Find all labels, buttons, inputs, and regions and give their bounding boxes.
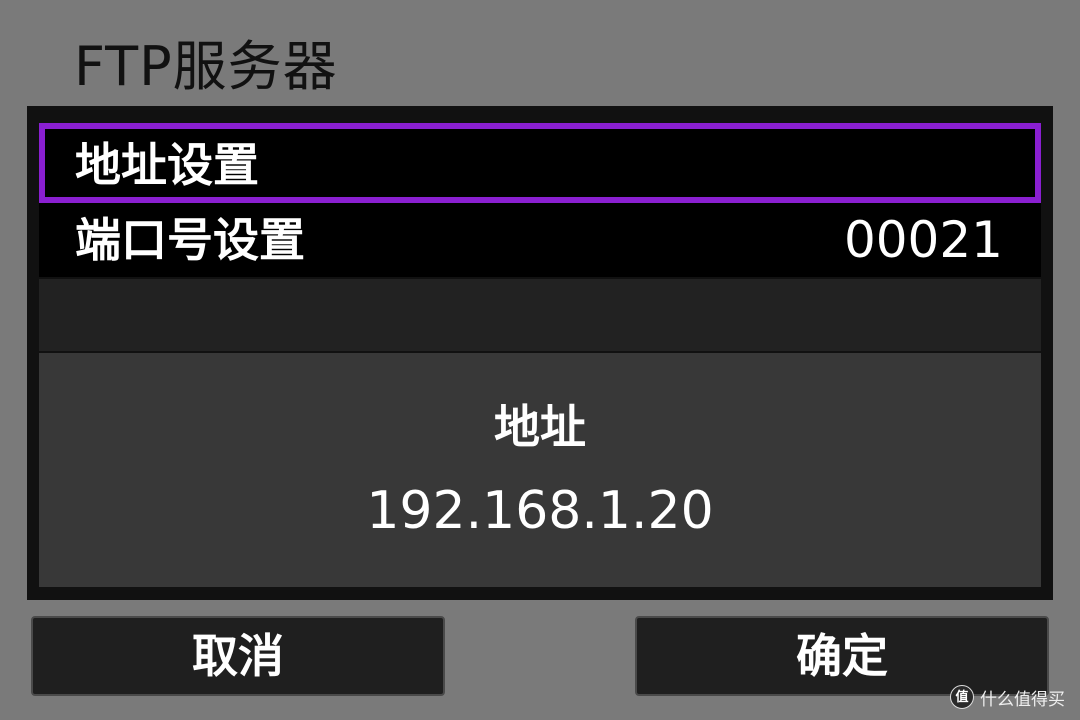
port-value: 00021 [843, 211, 1003, 269]
cancel-button[interactable]: 取消 [31, 616, 445, 696]
address-info-box: 地址 192.168.1.20 [39, 353, 1041, 587]
address-info-label: 地址 [494, 400, 586, 454]
empty-menu-row [39, 279, 1041, 351]
menu-item-address-setting[interactable]: 地址设置 [39, 123, 1041, 203]
watermark: 值 什么值得买 [950, 684, 1065, 710]
address-setting-label: 地址设置 [75, 138, 259, 192]
watermark-badge-icon: 值 [950, 685, 974, 709]
port-setting-label: 端口号设置 [75, 213, 305, 267]
settings-panel: 地址设置 端口号设置 00021 地址 192.168.1.20 [27, 106, 1053, 600]
menu-item-port-setting[interactable]: 端口号设置 00021 [39, 203, 1041, 277]
ftp-server-screen: FTP服务器 地址设置 端口号设置 00021 地址 192.168.1.20 … [0, 0, 1080, 720]
screen-title: FTP服务器 [74, 35, 338, 98]
watermark-text: 什么值得买 [980, 689, 1065, 710]
address-info-value: 192.168.1.20 [366, 481, 714, 541]
